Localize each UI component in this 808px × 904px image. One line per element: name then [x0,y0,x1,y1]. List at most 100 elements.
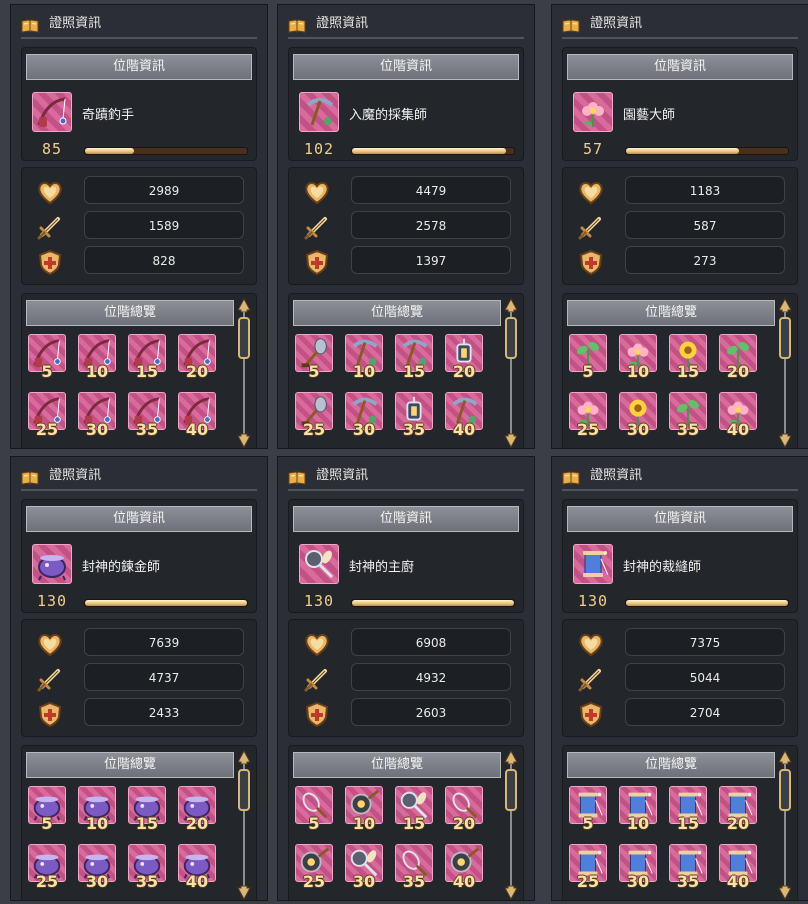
rank-tier-cell[interactable]: 10 [345,334,383,381]
shield-icon [303,700,331,728]
rank-tier-cell[interactable]: 5 [28,334,66,381]
scroll-down-arrow-icon [504,885,518,900]
rank-tier-cell[interactable]: 25 [569,392,607,439]
stats-section: 7639 4737 2433 [21,619,257,737]
pickaxe-icon [306,98,334,126]
rank-tier-cell[interactable]: 15 [128,786,166,833]
rank-tier-cell[interactable]: 25 [295,844,333,891]
rank-tier-cell[interactable]: 30 [78,392,116,439]
rank-tier-cell[interactable]: 30 [619,392,657,439]
rank-tier-cell[interactable]: 35 [669,844,707,891]
rank-tier-cell[interactable]: 10 [345,786,383,833]
job-icon [573,92,613,132]
rank-tier-label: 40 [726,872,750,891]
rank-tier-cell[interactable]: 25 [28,392,66,439]
rank-tier-cell[interactable]: 25 [569,844,607,891]
level-progress-fill [85,600,247,606]
rank-tier-cell[interactable]: 20 [445,334,483,381]
rank-tier-cell[interactable]: 40 [445,392,483,439]
stat-value: 7375 [625,628,785,656]
job-level: 102 [303,140,335,158]
rank-tier-cell[interactable]: 30 [345,392,383,439]
heart-icon [38,182,62,205]
rank-tier-cell[interactable]: 40 [719,844,757,891]
rank-tier-cell[interactable]: 10 [78,334,116,381]
heart-icon [305,634,329,657]
stats-section: 6908 4932 2603 [288,619,524,737]
stat-value: 1397 [351,246,511,274]
scroll-thumb [505,769,517,811]
thread-spool-icon [583,551,609,577]
rank-tier-label: 30 [626,872,650,891]
rank-overview-section: 位階總覽 5 10 15 20 25 30 35 40 [562,745,798,900]
flower-icon [582,102,604,127]
rank-tier-cell[interactable]: 15 [669,334,707,381]
rank-tier-cell[interactable]: 5 [569,786,607,833]
rank-tier-cell[interactable]: 35 [128,844,166,891]
scrollbar[interactable] [236,297,252,448]
cauldron-icon [38,555,66,581]
rank-tier-cell[interactable]: 20 [178,786,216,833]
stat-row: 1183 [563,176,797,206]
rank-tier-label: 25 [576,872,600,891]
rank-tier-cell[interactable]: 5 [295,786,333,833]
rank-tier-cell[interactable]: 10 [619,786,657,833]
rank-tier-label: 30 [85,872,109,891]
rank-tier-cell[interactable]: 40 [719,392,757,439]
sword-icon [304,217,327,240]
rank-tier-label: 30 [352,420,376,439]
rank-tier-cell[interactable]: 15 [669,786,707,833]
rank-tier-cell[interactable]: 15 [128,334,166,381]
stat-row: 4737 [22,663,256,693]
level-progress-bar [84,147,248,155]
scrollbar[interactable] [236,749,252,900]
job-level: 57 [582,140,604,158]
rank-info-header: 位階資訊 [293,54,519,80]
sword-icon [578,217,601,240]
rank-tier-cell[interactable]: 25 [295,392,333,439]
rank-tier-label: 5 [582,362,594,381]
book-icon [288,17,306,33]
job-name: 封神的裁縫師 [623,560,702,575]
rank-tier-cell[interactable]: 35 [128,392,166,439]
scrollbar[interactable] [777,297,793,448]
rank-tier-cell[interactable]: 15 [395,334,433,381]
stat-row: 5044 [563,663,797,693]
rank-tier-label: 25 [576,420,600,439]
job-icon [573,544,613,584]
rank-tier-label: 10 [626,814,650,833]
rank-tier-cell[interactable]: 20 [178,334,216,381]
stat-value: 1183 [625,176,785,204]
rank-tier-cell[interactable]: 35 [395,844,433,891]
scrollbar[interactable] [777,749,793,900]
rank-tier-cell[interactable]: 25 [28,844,66,891]
rank-tier-cell[interactable]: 40 [178,392,216,439]
rank-tier-cell[interactable]: 20 [445,786,483,833]
rank-overview-section: 位階總覽 5 10 15 20 25 30 35 40 [21,745,257,900]
rank-tier-cell[interactable]: 10 [78,786,116,833]
rank-info-header: 位階資訊 [567,54,793,80]
scroll-up-arrow-icon [237,749,251,765]
heart-icon [579,634,603,657]
rank-tier-cell[interactable]: 30 [345,844,383,891]
rank-tier-cell[interactable]: 40 [445,844,483,891]
sword-icon [303,665,331,693]
rank-tier-cell[interactable]: 20 [719,334,757,381]
rank-tier-cell[interactable]: 20 [719,786,757,833]
rank-tier-cell[interactable]: 10 [619,334,657,381]
scrollbar[interactable] [503,297,519,448]
rank-tier-cell[interactable]: 5 [569,334,607,381]
rank-tier-cell[interactable]: 30 [78,844,116,891]
rank-tier-cell[interactable]: 15 [395,786,433,833]
scrollbar[interactable] [503,749,519,900]
stat-row: 2989 [22,176,256,206]
rank-tier-cell[interactable]: 5 [295,334,333,381]
rank-tier-cell[interactable]: 5 [28,786,66,833]
scroll-thumb [779,317,791,359]
rank-tier-cell[interactable]: 40 [178,844,216,891]
rank-tier-cell[interactable]: 35 [395,392,433,439]
panel-header: 證照資訊 [562,11,798,39]
rank-tier-cell[interactable]: 35 [669,392,707,439]
rank-tier-cell[interactable]: 30 [619,844,657,891]
stat-value: 2603 [351,698,511,726]
